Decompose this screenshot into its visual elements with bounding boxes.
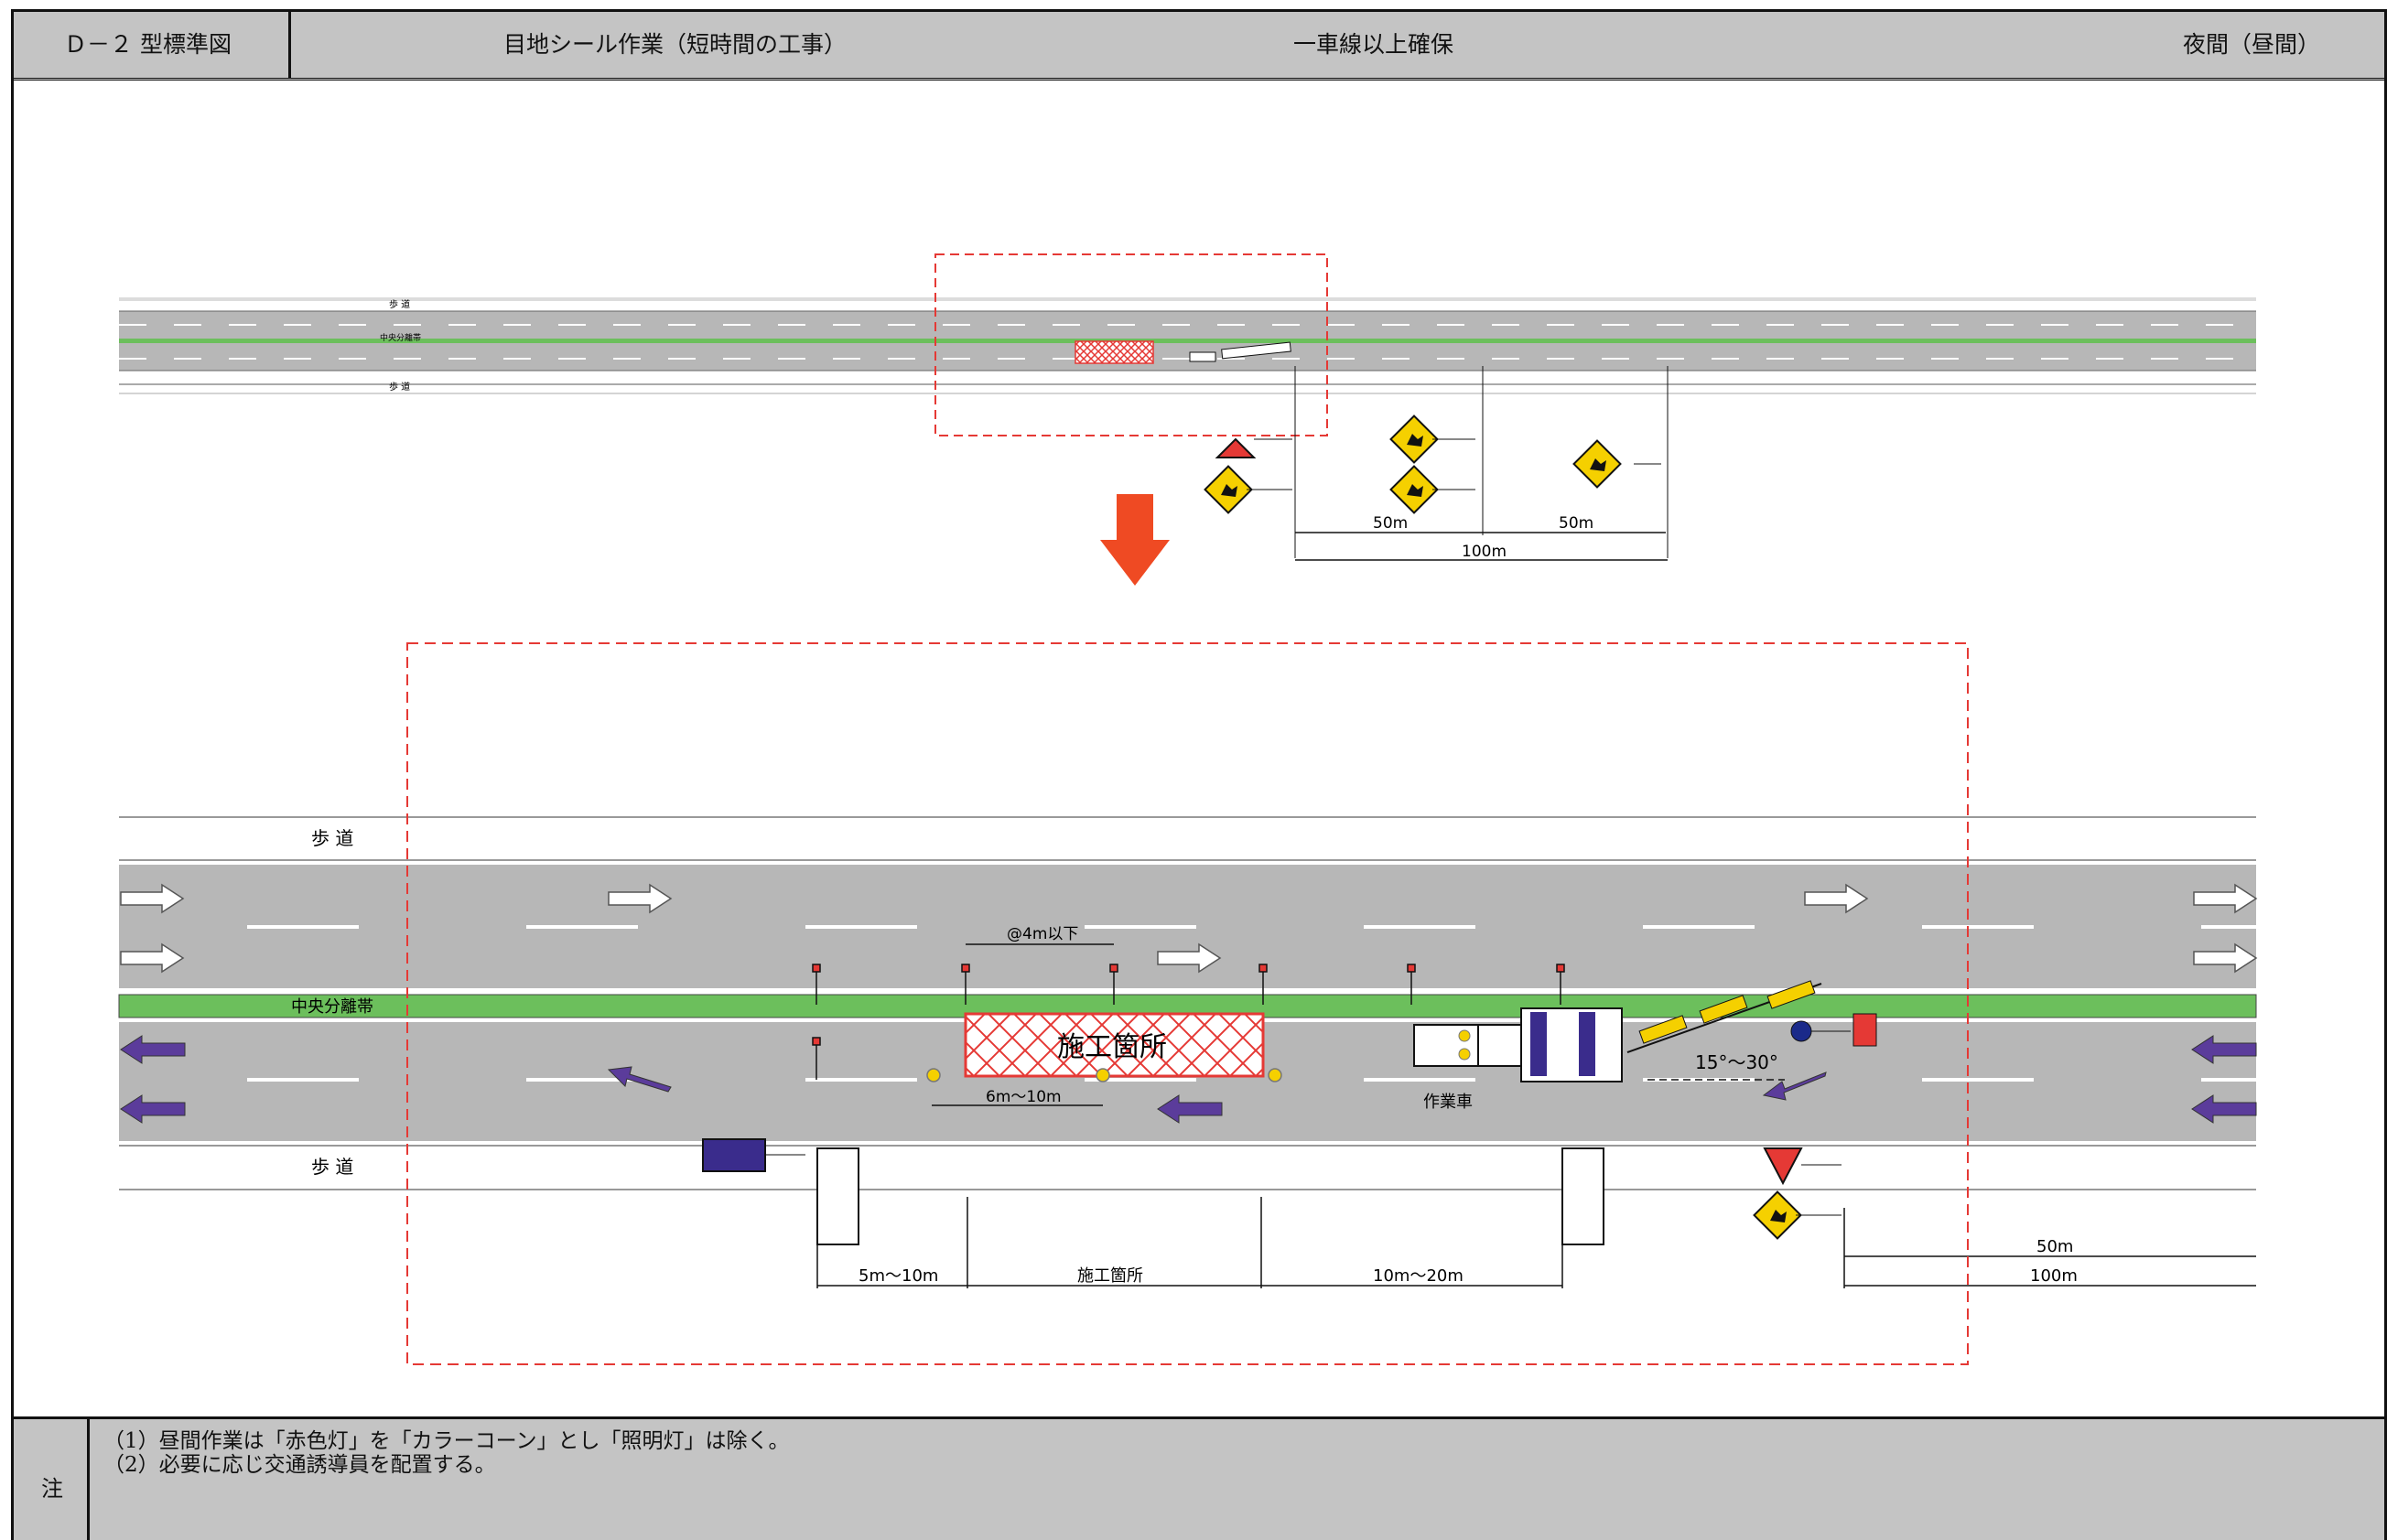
spacing-label: @4m以下 (1007, 925, 1078, 943)
top-dim-50b: 50m (1559, 514, 1593, 533)
dim-100-label: 100m (2030, 1266, 2078, 1286)
detail-sidewalk-bottom: 歩 道 (311, 1156, 353, 1178)
notice-board (1561, 1147, 1604, 1245)
warning-triangle-sign (1763, 1147, 1842, 1186)
dim-10-20-label: 10m～20m (1373, 1266, 1464, 1286)
notes-bar: 注 （1）昼間作業は「赤色灯」を「カラーコーン」とし「照明灯」は除く。 （2）必… (14, 1416, 2384, 1540)
down-arrow-icon (1100, 494, 1170, 586)
detail-median-label: 中央分離帯 (291, 997, 373, 1017)
top-lower-lanes (119, 343, 2256, 371)
detail-sidewalk-top: 歩 道 (311, 827, 353, 849)
angle-label: 15°～30° (1695, 1051, 1778, 1073)
lamp-icon (1268, 1068, 1282, 1082)
top-work-vehicle (1189, 351, 1216, 362)
top-dim-50a: 50m (1373, 514, 1408, 533)
overview-map: 歩 道 中央分離帯 歩 道 50m 50m 100m (119, 253, 2256, 561)
vehicle-label: 作業車 (1423, 1093, 1473, 1112)
dim-work-label: 施工箇所 (1077, 1266, 1143, 1286)
top-median-label: 中央分離帯 (380, 332, 421, 343)
top-work-area (1075, 340, 1154, 364)
top-sidewalk-edge (119, 297, 2256, 301)
yellow-warning-sign (1753, 1190, 1802, 1240)
dim-5-10-label: 5m～10m (859, 1266, 938, 1286)
top-sidewalk-bottom-label: 歩 道 (389, 381, 410, 393)
keep-left-sign-icon (1790, 1020, 1812, 1042)
top-median-strip (119, 339, 2256, 343)
top-dim-100: 100m (1462, 543, 1507, 561)
dim-6-10-label: 6m～10m (986, 1088, 1062, 1106)
direction-sign-icon (1852, 1013, 1877, 1047)
top-sign-right (1572, 439, 1622, 489)
top-sign-left-1 (1215, 437, 1292, 458)
layout-diagram: 歩 道 中央分離帯 歩 道 50m 50m 100m 歩 道 中央分離帯 歩 道… (118, 253, 2258, 1365)
info-sign (702, 1138, 766, 1172)
top-sign-mid-2 (1389, 465, 1439, 514)
note-2: （2）必要に応じ交通誘導員を配置する。 (103, 1453, 496, 1477)
notes-label: 注 (41, 1476, 63, 1502)
lamp-icon (926, 1068, 941, 1082)
detail-view: 歩 道 中央分離帯 歩 道 施工箇所 @4m以下 6m～10m 作業車 15°～… (118, 642, 2258, 1365)
dim-50-label: 50m (2036, 1237, 2073, 1256)
lamp-icon (1096, 1068, 1110, 1082)
top-sign-mid-1 (1389, 415, 1439, 464)
notes-divider (87, 1419, 90, 1540)
notice-board (816, 1147, 859, 1245)
work-area-label: 施工箇所 (1057, 1031, 1167, 1063)
top-sidewalk-label: 歩 道 (389, 298, 410, 310)
top-sign-left-2 (1204, 465, 1253, 514)
